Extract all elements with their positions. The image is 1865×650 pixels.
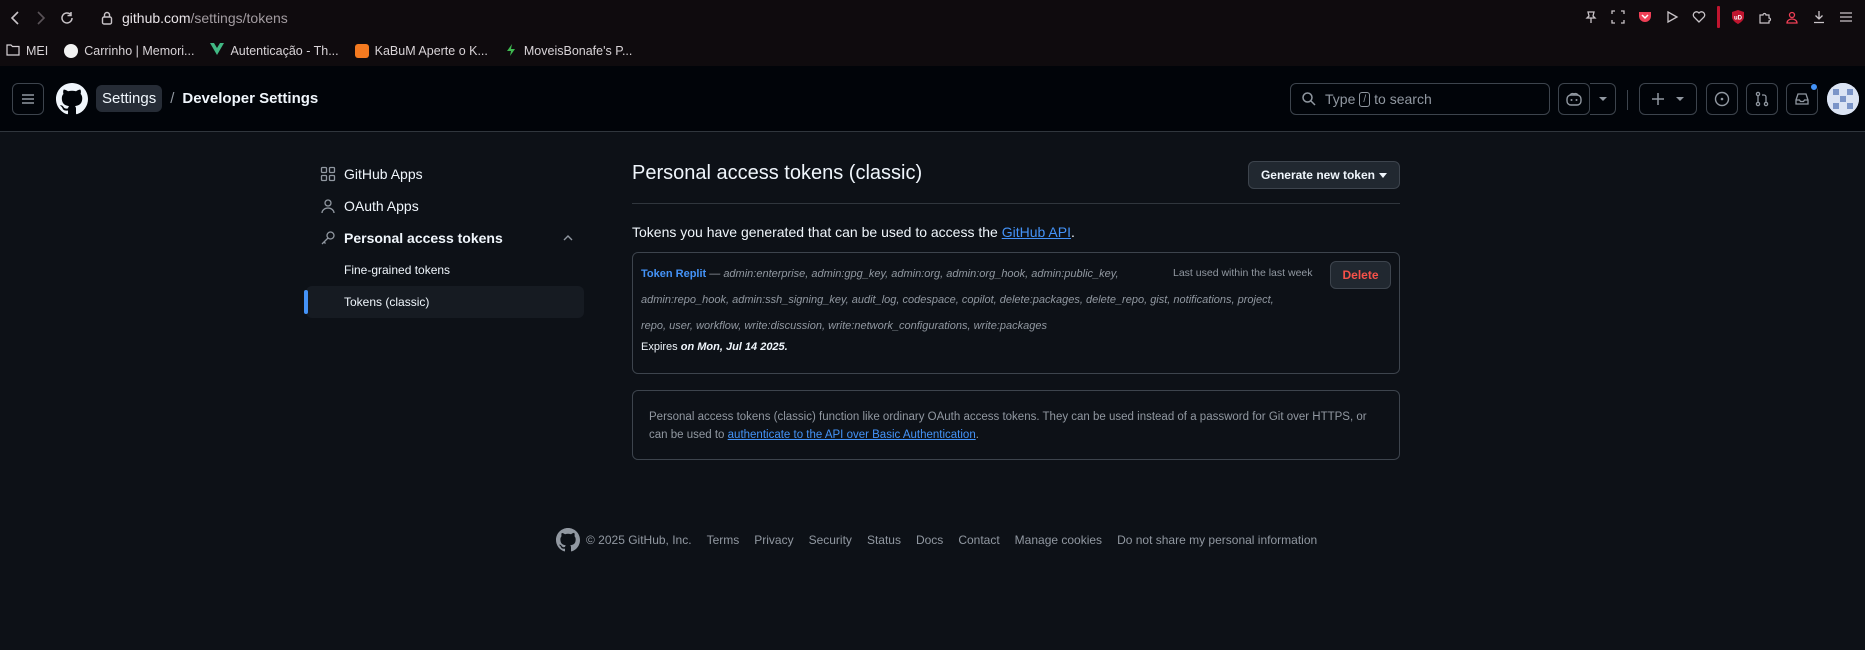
forward-icon[interactable] — [28, 5, 54, 31]
bookmark-item[interactable]: MEI — [6, 43, 48, 59]
search-icon — [1302, 92, 1316, 106]
bolt-favicon-icon — [504, 43, 518, 60]
browser-chrome: github.com/settings/tokens uD MEI Carrin… — [0, 0, 1865, 66]
heart-icon[interactable] — [1690, 8, 1708, 26]
token-expiration: Expires on Mon, Jul 14 2025. — [641, 341, 788, 353]
github-api-link[interactable]: GitHub API — [1002, 224, 1071, 240]
caret-down-icon — [1379, 172, 1387, 178]
breadcrumb-settings[interactable]: Settings — [96, 85, 163, 112]
lock-icon[interactable] — [100, 11, 114, 25]
sidebar-item-personal-access-tokens[interactable]: Personal access tokens — [306, 222, 584, 254]
profile-icon[interactable] — [1783, 8, 1801, 26]
github-logo-icon[interactable] — [56, 82, 88, 115]
chevron-down-icon — [1598, 97, 1607, 101]
sidebar-item-oauth-apps[interactable]: OAuth Apps — [306, 190, 584, 222]
page-header: Personal access tokens (classic) Generat… — [632, 158, 1400, 204]
bookmark-item[interactable]: MoveisBonafe's P... — [504, 43, 632, 60]
puzzle-icon[interactable] — [1756, 8, 1774, 26]
pull-request-icon — [1755, 91, 1769, 107]
bookmarks-bar: MEI Carrinho | Memori... Autenticação - … — [0, 36, 632, 66]
person-icon — [320, 198, 336, 214]
chevron-up-icon[interactable] — [562, 231, 574, 247]
sidebar-item-fine-grained-tokens[interactable]: Fine-grained tokens — [306, 254, 584, 286]
create-new-button[interactable] — [1639, 83, 1697, 115]
apps-icon — [320, 166, 336, 182]
info-notice: Personal access tokens (classic) functio… — [632, 390, 1400, 460]
footer-link-status[interactable]: Status — [867, 533, 901, 547]
footer-link-manage-cookies[interactable]: Manage cookies — [1015, 533, 1102, 547]
pin-icon[interactable] — [1582, 8, 1600, 26]
plus-icon — [1652, 93, 1664, 105]
footer-link-terms[interactable]: Terms — [707, 533, 740, 547]
developer-settings-sidebar: GitHub Apps OAuth Apps Personal access t… — [304, 158, 584, 318]
site-footer: © 2025 GitHub, Inc. Terms Privacy Securi… — [556, 528, 1317, 552]
download-icon[interactable] — [1810, 8, 1828, 26]
notification-indicator — [1810, 83, 1818, 91]
toolbar-divider — [1717, 6, 1720, 28]
search-input[interactable]: Type / to search — [1290, 83, 1550, 115]
header-divider — [1627, 90, 1628, 110]
back-icon[interactable] — [2, 5, 28, 31]
footer-copyright: © 2025 GitHub, Inc. — [586, 533, 692, 547]
generate-new-token-button[interactable]: Generate new token — [1247, 161, 1400, 189]
copilot-dropdown-button[interactable] — [1590, 83, 1616, 115]
sidebar-item-github-apps[interactable]: GitHub Apps — [306, 158, 584, 190]
token-card: Token Replit — admin:enterprise, admin:g… — [632, 252, 1400, 374]
svg-text:uD: uD — [1734, 16, 1743, 22]
active-indicator — [304, 290, 308, 314]
page-title: Personal access tokens (classic) — [632, 162, 923, 184]
bookmark-item[interactable]: Carrinho | Memori... — [64, 44, 194, 58]
footer-link-privacy[interactable]: Privacy — [754, 533, 793, 547]
pocket-icon[interactable] — [1636, 8, 1654, 26]
pull-requests-button[interactable] — [1746, 83, 1778, 115]
cart-favicon-icon — [64, 44, 79, 58]
ublock-icon[interactable]: uD — [1729, 8, 1747, 26]
hamburger-icon — [22, 93, 34, 104]
copilot-button[interactable] — [1558, 83, 1590, 115]
token-last-used: Last used within the last week — [1173, 267, 1313, 279]
issues-button[interactable] — [1706, 83, 1738, 115]
chevron-down-icon — [1676, 97, 1684, 101]
breadcrumb-developer-settings[interactable]: Developer Settings — [182, 90, 318, 107]
search-shortcut-key: / — [1359, 91, 1371, 107]
github-footer-logo-icon[interactable] — [556, 528, 580, 552]
screenshot-icon[interactable] — [1609, 8, 1627, 26]
play-icon[interactable] — [1663, 8, 1681, 26]
vue-favicon-icon — [210, 43, 225, 59]
extensions-toolbar: uD — [1582, 6, 1855, 28]
footer-link-docs[interactable]: Docs — [916, 533, 943, 547]
footer-link-security[interactable]: Security — [809, 533, 852, 547]
footer-link-contact[interactable]: Contact — [958, 533, 999, 547]
key-icon — [320, 230, 336, 246]
tokens-description: Tokens you have generated that can be us… — [632, 224, 1075, 240]
basic-auth-link[interactable]: authenticate to the API over Basic Authe… — [728, 429, 976, 441]
breadcrumb-separator: / — [170, 90, 175, 107]
main-content: Personal access tokens (classic) Generat… — [632, 158, 1400, 460]
kabum-favicon-icon — [354, 44, 369, 58]
bookmark-item[interactable]: Autenticação - Th... — [210, 43, 339, 59]
copilot-icon — [1566, 92, 1582, 106]
folder-icon — [6, 43, 20, 59]
hamburger-menu-button[interactable] — [12, 82, 44, 115]
menu-icon[interactable] — [1837, 8, 1855, 26]
token-name-link[interactable]: Token Replit — [641, 268, 706, 280]
inbox-icon — [1795, 93, 1809, 105]
delete-token-button[interactable]: Delete — [1330, 261, 1391, 289]
github-header: Settings / Developer Settings Type / to se… — [0, 66, 1865, 132]
avatar[interactable] — [1827, 83, 1859, 115]
bookmark-item[interactable]: KaBuM Aperte o K... — [354, 44, 488, 58]
issue-icon — [1714, 91, 1730, 107]
url-field[interactable]: github.com/settings/tokens — [122, 10, 288, 26]
reload-icon[interactable] — [54, 5, 80, 31]
sidebar-item-tokens-classic[interactable]: Tokens (classic) — [304, 286, 584, 318]
footer-link-do-not-share[interactable]: Do not share my personal information — [1117, 533, 1317, 547]
avatar-identicon-icon — [1827, 83, 1859, 115]
